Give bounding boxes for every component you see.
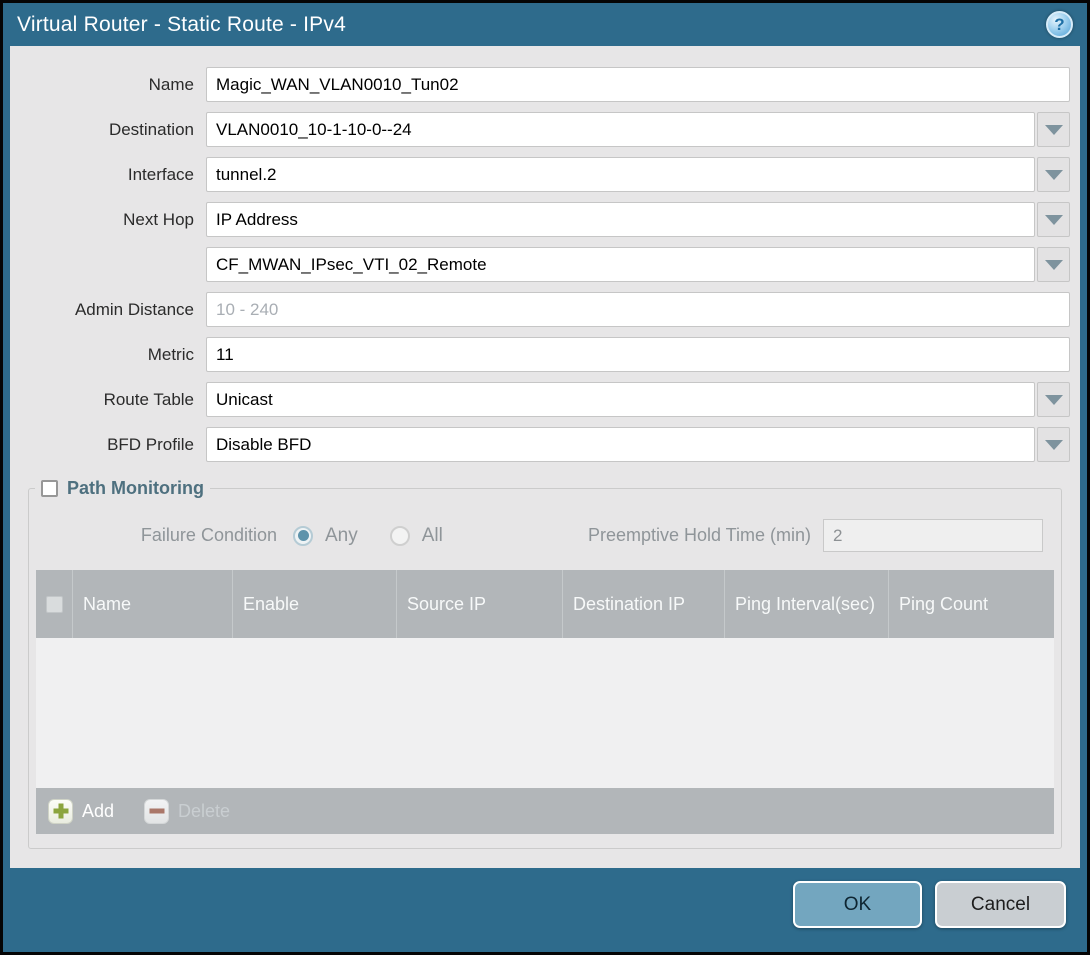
chevron-down-icon [1045, 215, 1063, 225]
next-hop-row: Next Hop [20, 202, 1070, 237]
column-header-destination-ip[interactable]: Destination IP [563, 570, 725, 638]
route-table-row: Route Table [20, 382, 1070, 417]
chevron-down-icon [1045, 395, 1063, 405]
chevron-down-icon [1045, 125, 1063, 135]
failure-condition-all-label: All [422, 525, 443, 547]
chevron-down-icon [1045, 170, 1063, 180]
cancel-button[interactable]: Cancel [935, 881, 1066, 928]
interface-row: Interface [20, 157, 1070, 192]
column-header-source-ip[interactable]: Source IP [397, 570, 563, 638]
table-body-empty [36, 638, 1054, 788]
route-table-label: Route Table [20, 390, 206, 410]
ok-button[interactable]: OK [793, 881, 922, 928]
next-hop-address-row [20, 247, 1070, 282]
route-table-dropdown-button[interactable] [1037, 382, 1070, 417]
next-hop-type-dropdown-button[interactable] [1037, 202, 1070, 237]
select-all-checkbox[interactable] [46, 596, 63, 613]
admin-distance-input[interactable] [206, 292, 1070, 327]
delete-button[interactable]: Delete [144, 799, 230, 824]
failure-condition-any-label: Any [325, 525, 358, 547]
route-table-input[interactable] [206, 382, 1035, 417]
bfd-profile-row: BFD Profile [20, 427, 1070, 462]
name-row: Name [20, 67, 1070, 102]
destination-label: Destination [20, 120, 206, 140]
minus-icon [144, 799, 169, 824]
path-monitoring-title: Path Monitoring [67, 478, 204, 499]
metric-input[interactable] [206, 337, 1070, 372]
dialog-footer: OK Cancel [3, 868, 1087, 952]
next-hop-address-input[interactable] [206, 247, 1035, 282]
path-monitoring-legend: Path Monitoring [35, 478, 210, 499]
column-header-ping-interval[interactable]: Ping Interval(sec) [725, 570, 889, 638]
dialog-title: Virtual Router - Static Route - IPv4 [17, 13, 1046, 37]
table-header-row: Name Enable Source IP Destination IP Pin… [36, 570, 1054, 638]
destination-input[interactable] [206, 112, 1035, 147]
column-header-name[interactable]: Name [73, 570, 233, 638]
metric-label: Metric [20, 345, 206, 365]
column-header-enable[interactable]: Enable [233, 570, 397, 638]
radio-selected-icon [293, 526, 313, 546]
chevron-down-icon [1045, 440, 1063, 450]
table-toolbar: Add Delete [36, 788, 1054, 834]
failure-condition-all-option[interactable]: All [390, 525, 443, 547]
preemptive-hold-time-input[interactable] [823, 519, 1043, 552]
path-monitoring-table: Name Enable Source IP Destination IP Pin… [36, 570, 1054, 834]
chevron-down-icon [1045, 260, 1063, 270]
bfd-profile-dropdown-button[interactable] [1037, 427, 1070, 462]
preemptive-hold-time-label: Preemptive Hold Time (min) [588, 525, 823, 546]
path-monitoring-checkbox[interactable] [41, 480, 58, 497]
failure-condition-row: Failure Condition Any All Preemptive Hol… [35, 519, 1055, 552]
delete-button-label: Delete [178, 801, 230, 822]
admin-distance-label: Admin Distance [20, 300, 206, 320]
destination-dropdown-button[interactable] [1037, 112, 1070, 147]
name-input[interactable] [206, 67, 1070, 102]
dialog-titlebar: Virtual Router - Static Route - IPv4 ? [3, 3, 1087, 46]
add-button[interactable]: Add [48, 799, 114, 824]
next-hop-address-dropdown-button[interactable] [1037, 247, 1070, 282]
interface-dropdown-button[interactable] [1037, 157, 1070, 192]
next-hop-type-input[interactable] [206, 202, 1035, 237]
bfd-profile-input[interactable] [206, 427, 1035, 462]
interface-input[interactable] [206, 157, 1035, 192]
dialog-content: Name Destination Interface Next Hop [10, 46, 1080, 868]
name-label: Name [20, 75, 206, 95]
destination-row: Destination [20, 112, 1070, 147]
radio-unselected-icon [390, 526, 410, 546]
interface-label: Interface [20, 165, 206, 185]
failure-condition-label: Failure Condition [35, 525, 293, 546]
admin-distance-row: Admin Distance [20, 292, 1070, 327]
path-monitoring-section: Path Monitoring Failure Condition Any Al… [28, 478, 1062, 849]
bfd-profile-label: BFD Profile [20, 435, 206, 455]
column-header-ping-count[interactable]: Ping Count [889, 570, 1054, 638]
static-route-dialog: Virtual Router - Static Route - IPv4 ? N… [0, 0, 1090, 955]
add-button-label: Add [82, 801, 114, 822]
failure-condition-any-option[interactable]: Any [293, 525, 358, 547]
next-hop-label: Next Hop [20, 210, 206, 230]
help-icon[interactable]: ? [1046, 11, 1073, 38]
metric-row: Metric [20, 337, 1070, 372]
plus-icon [48, 799, 73, 824]
